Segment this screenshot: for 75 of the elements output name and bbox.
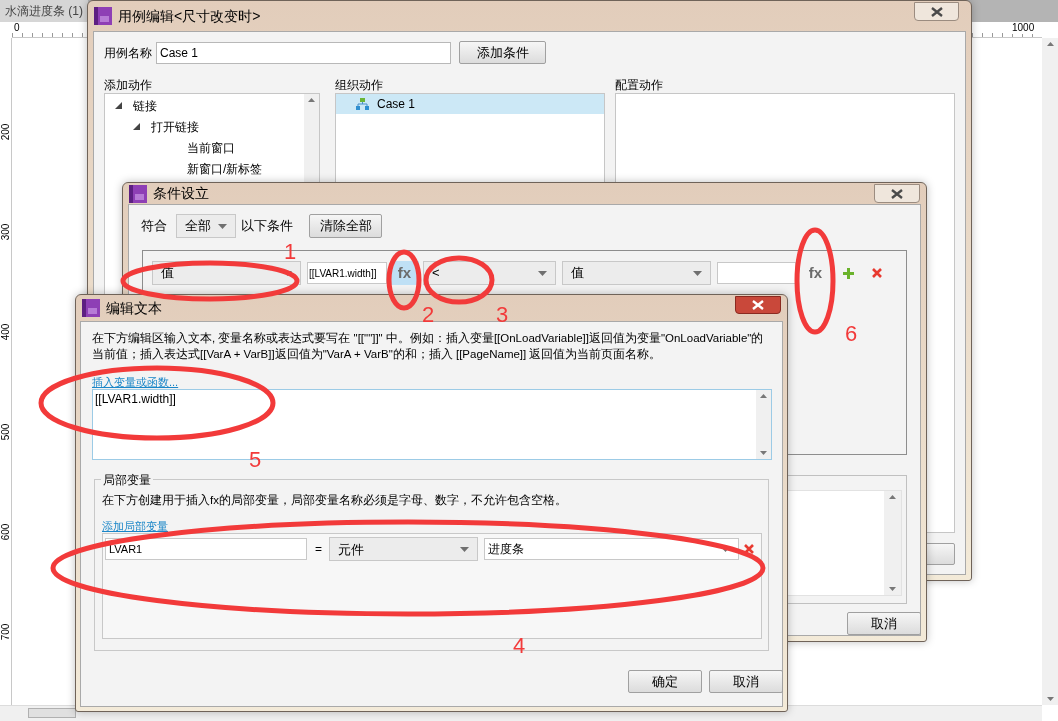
tree-item[interactable]: 打开链接 — [105, 116, 295, 137]
section-label: 配置动作 — [615, 77, 664, 94]
annotation-number: 2 — [422, 303, 435, 327]
dialog-button[interactable]: 清除全部 — [309, 214, 382, 238]
scroll-up-icon — [760, 394, 767, 398]
window-title: 编辑文本 — [106, 298, 162, 318]
app-logo-icon — [129, 184, 147, 203]
close-icon — [929, 6, 944, 17]
variable-name-field[interactable]: LVAR1 — [105, 538, 307, 561]
caret-icon — [460, 546, 469, 552]
scroll-thumb[interactable] — [28, 708, 76, 718]
close-icon — [890, 188, 904, 199]
delete-icon[interactable] — [872, 268, 882, 278]
app-logo-icon — [94, 7, 112, 25]
ruler-label: 0 — [14, 22, 20, 34]
case-name-field[interactable]: Case 1 — [156, 41, 451, 64]
add-variable-link[interactable]: 添加局部变量 — [102, 520, 168, 533]
add-icon[interactable] — [843, 267, 854, 279]
ruler-label: 700 — [0, 622, 12, 643]
close-button[interactable] — [874, 184, 920, 203]
annotation-number: 6 — [845, 322, 858, 346]
close-button[interactable] — [735, 296, 781, 314]
equals-sign: = — [315, 541, 323, 559]
dropdown[interactable]: 全部 — [176, 214, 236, 238]
ruler-label: 500 — [0, 422, 12, 443]
group-legend: 局部变量 — [101, 471, 153, 489]
tree-item[interactable]: 链接 — [105, 95, 295, 116]
ruler-label: 200 — [0, 122, 12, 143]
dialog-button[interactable]: 取消 — [709, 670, 783, 693]
annotation-number: 4 — [513, 634, 526, 658]
dropdown[interactable]: 值 — [562, 261, 711, 285]
scroll-up-icon — [889, 495, 896, 499]
ruler-label: 300 — [0, 222, 12, 243]
dropdown[interactable]: < — [423, 261, 556, 285]
document-tab[interactable]: 水滴进度条 (1) — [0, 0, 88, 22]
description-text: 在下方编辑区输入文本, 变量名称或表达式要写在 "[[""]]" 中。例如：插入变量[[OnLoadVariable]]返回值为变量"OnLoadVariable"的当前值；插入表达式[[VarA + VarB]]返回值为"VarA + VarB"的和；插入 [[PageName]] 返回值为当前页面名称。 — [92, 331, 765, 362]
scroll-up-icon — [1046, 42, 1054, 46]
close-icon — [751, 300, 765, 310]
case-item[interactable]: Case 1 — [336, 94, 604, 114]
scrollbar[interactable] — [884, 491, 901, 595]
caret-icon — [538, 270, 547, 276]
scroll-down-icon — [1046, 697, 1054, 701]
target-value-field[interactable] — [717, 262, 796, 284]
scroll-down-icon — [889, 587, 896, 591]
caret-icon — [693, 270, 702, 276]
dialog-button[interactable]: 取消 — [847, 612, 921, 635]
window-title: 条件设立 — [153, 184, 209, 203]
dropdown[interactable]: 元件 — [329, 537, 478, 562]
match-label: 符合 — [141, 217, 167, 236]
ruler-label: 400 — [0, 322, 12, 343]
caret-icon — [218, 223, 227, 229]
scrollbar[interactable] — [756, 390, 771, 459]
tree-item[interactable]: 当前窗口 — [105, 137, 295, 158]
section-label: 添加动作 — [104, 77, 153, 94]
delete-icon[interactable] — [744, 544, 754, 555]
tree-item[interactable]: 新窗口/新标签 — [105, 158, 295, 179]
value-field[interactable]: [[LVAR1.width]] — [307, 262, 387, 284]
app-logo-icon — [82, 299, 100, 317]
ruler-label: 600 — [0, 522, 12, 543]
flow-icon — [356, 98, 369, 110]
annotation-number: 3 — [496, 303, 509, 327]
dialog-button[interactable]: 确定 — [628, 670, 702, 693]
hint-text: 在下方创建用于插入fx的局部变量，局部变量名称必须是字母、数字，不允许包含空格。 — [102, 493, 568, 508]
section-label: 组织动作 — [335, 77, 384, 94]
scroll-down-icon — [760, 451, 767, 455]
dialog-button[interactable]: 添加条件 — [459, 41, 546, 64]
close-button[interactable] — [914, 2, 959, 21]
insert-variable-link[interactable]: 插入变量或函数... — [92, 376, 179, 388]
case-name-label: 用例名称 — [104, 44, 153, 62]
scrollbar[interactable] — [1042, 38, 1058, 705]
match-suffix: 以下条件 — [241, 217, 293, 236]
ruler-label: 1000 — [1012, 22, 1035, 34]
fx-button[interactable]: fx — [801, 261, 830, 286]
scroll-up-icon — [308, 98, 315, 102]
window-title: 用例编辑<尺寸改变时> — [118, 6, 261, 26]
